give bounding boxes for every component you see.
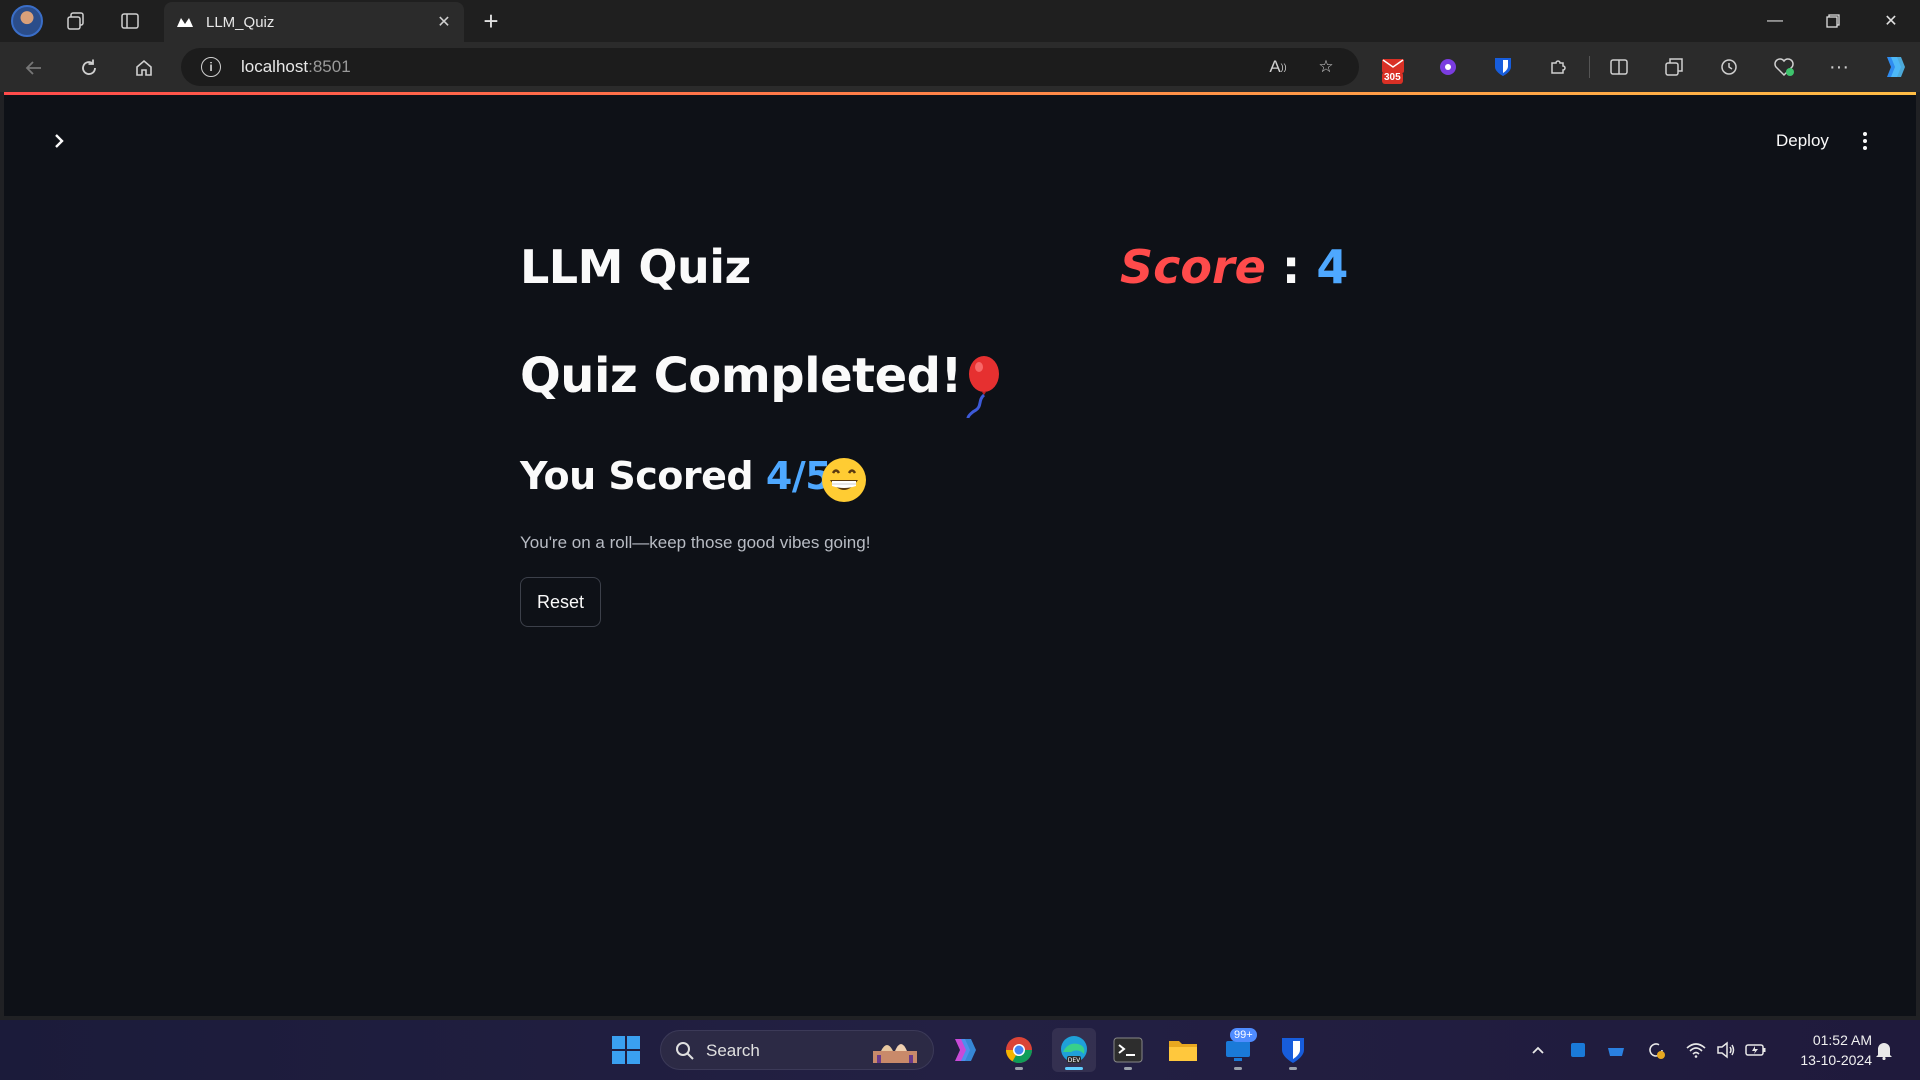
tab-actions-icon[interactable] <box>112 4 148 38</box>
new-tab-button[interactable]: + <box>476 6 506 36</box>
close-tab-icon[interactable]: ✕ <box>434 12 454 32</box>
bitwarden-shield-icon[interactable] <box>1486 50 1520 84</box>
split-screen-icon[interactable] <box>1602 50 1636 84</box>
minimize-window-icon[interactable]: — <box>1746 0 1804 42</box>
running-indicator <box>1124 1067 1132 1070</box>
result-heading: You Scored 4/5 <box>520 454 832 498</box>
history-icon[interactable] <box>1712 50 1746 84</box>
tray-cloud-icon[interactable] <box>1604 1038 1628 1062</box>
deploy-button[interactable]: Deploy <box>1766 125 1839 157</box>
site-info-icon[interactable]: i <box>201 57 221 77</box>
browser-essentials-icon[interactable] <box>1767 50 1801 84</box>
extensions-puzzle-icon[interactable] <box>1541 50 1575 84</box>
profile-avatar[interactable] <box>11 5 43 37</box>
active-indicator <box>1065 1067 1083 1070</box>
tab-title: LLM_Quiz <box>206 13 275 31</box>
copilot-icon[interactable] <box>1877 50 1911 84</box>
terminal-app-icon[interactable] <box>1106 1028 1150 1072</box>
back-icon[interactable] <box>16 50 52 86</box>
chevron-up-icon[interactable] <box>1526 1038 1550 1062</box>
wifi-icon[interactable] <box>1684 1038 1708 1062</box>
start-windows-icon[interactable] <box>604 1028 648 1072</box>
running-indicator <box>1015 1067 1023 1070</box>
purple-extension-icon[interactable] <box>1431 50 1465 84</box>
browser-tab-strip: LLM_Quiz ✕ + — ✕ <box>0 0 1920 42</box>
running-indicator <box>1234 1067 1242 1070</box>
score-separator: : <box>1281 240 1301 294</box>
balloon-icon <box>966 356 999 418</box>
score-value: 4 <box>1316 240 1349 294</box>
reset-button[interactable]: Reset <box>520 577 602 627</box>
encouragement-text: You're on a roll—keep those good vibes g… <box>520 533 871 552</box>
restore-window-icon[interactable] <box>1804 0 1862 42</box>
running-indicator <box>1289 1067 1297 1070</box>
browser-toolbar: i localhost:8501 A)) ☆ ··· <box>0 42 1920 92</box>
bitwarden-app-icon[interactable] <box>1271 1028 1315 1072</box>
result-prefix: You Scored <box>520 454 754 498</box>
tray-app-blue-icon[interactable] <box>1566 1038 1590 1062</box>
read-aloud-icon[interactable]: A)) <box>1267 56 1289 78</box>
favorite-star-icon[interactable]: ☆ <box>1315 56 1337 78</box>
notification-count-badge: 99+ <box>1230 1028 1257 1042</box>
browser-tab-active[interactable]: LLM_Quiz ✕ <box>164 2 464 42</box>
file-explorer-icon[interactable] <box>1161 1028 1205 1072</box>
streamlit-app: Deploy LLM Quiz Score : 4 Quiz Completed… <box>4 92 1916 1016</box>
svg-text:DEV: DEV <box>1068 1057 1081 1064</box>
app-header-decoration <box>4 92 1916 95</box>
chrome-app-icon[interactable] <box>997 1028 1041 1072</box>
home-icon[interactable] <box>126 50 162 86</box>
score-display: Score : 4 <box>1120 240 1348 294</box>
search-highlight-art-icon <box>873 1044 917 1063</box>
close-window-icon[interactable]: ✕ <box>1862 0 1920 42</box>
page-title: LLM Quiz <box>520 240 751 294</box>
grinning-face-icon <box>822 458 866 502</box>
streamlit-favicon-icon <box>176 13 194 31</box>
workspaces-icon[interactable] <box>58 4 94 38</box>
search-label: Search <box>706 1041 760 1060</box>
score-label: Score <box>1120 240 1266 294</box>
copilot-app-icon[interactable] <box>942 1028 986 1072</box>
system-clock[interactable]: 01:52 AM 13-10-2024 <box>1782 1030 1872 1070</box>
address-bar[interactable]: i localhost:8501 A)) ☆ <box>181 48 1359 86</box>
taskbar-search[interactable]: Search <box>660 1030 934 1070</box>
collections-icon[interactable] <box>1657 50 1691 84</box>
more-options-icon[interactable]: ··· <box>1822 50 1856 84</box>
edge-dev-app-icon[interactable]: DEV <box>1052 1028 1096 1072</box>
search-icon <box>676 1042 694 1060</box>
main-menu-icon[interactable] <box>1850 125 1880 157</box>
clock-date: 13-10-2024 <box>1800 1052 1872 1068</box>
notifications-bell-icon[interactable] <box>1872 1038 1896 1062</box>
sync-icon[interactable] <box>1644 1038 1668 1062</box>
battery-icon[interactable] <box>1744 1038 1768 1062</box>
quiz-completed-heading: Quiz Completed! <box>520 348 962 404</box>
clock-time: 01:52 AM <box>1812 1032 1872 1048</box>
refresh-icon[interactable] <box>71 50 107 86</box>
chevron-right-icon[interactable] <box>44 126 74 156</box>
toolbar-divider <box>1589 56 1590 78</box>
mail-count-badge: 305 <box>1382 72 1403 84</box>
volume-icon[interactable] <box>1714 1038 1738 1062</box>
windows-taskbar: Search DEV 01:52 AM 13-10-2024 <box>0 1020 1920 1080</box>
address-url: localhost:8501 <box>241 57 351 76</box>
